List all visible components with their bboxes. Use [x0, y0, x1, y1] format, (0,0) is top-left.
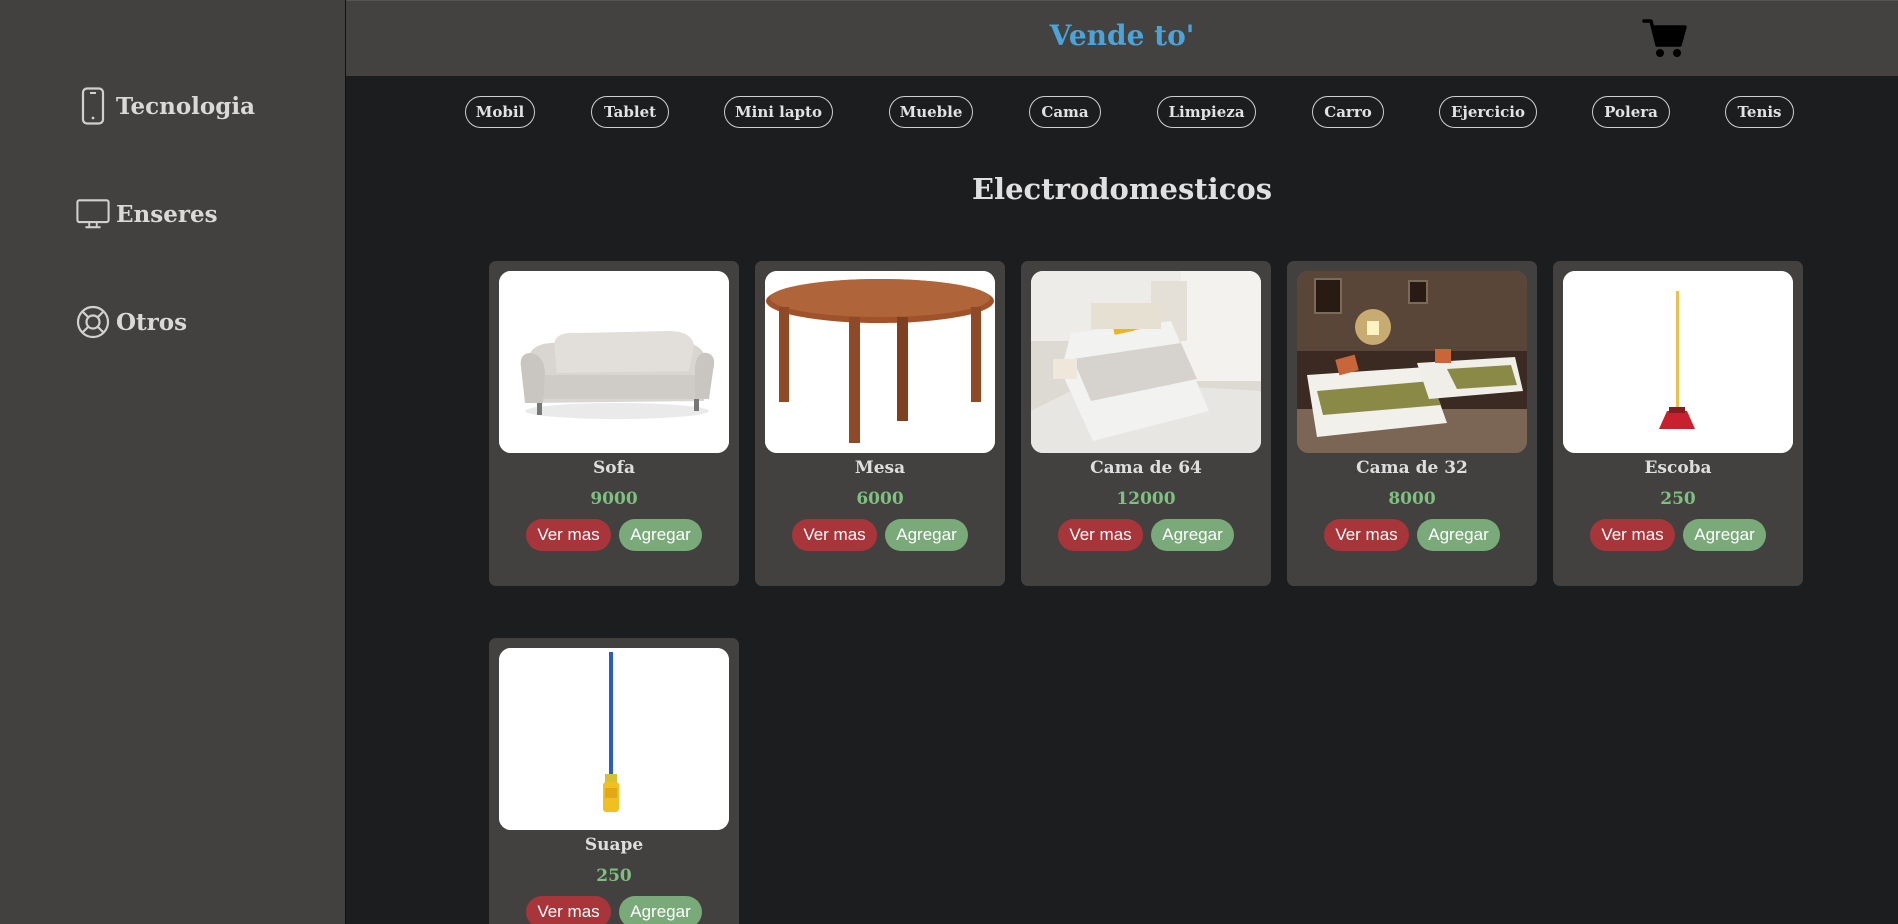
- ver-mas-button[interactable]: Ver mas: [526, 896, 611, 924]
- product-card: Mesa 6000 Ver mas Agregar: [755, 261, 1005, 586]
- category-pill-tenis[interactable]: Tenis: [1725, 96, 1794, 128]
- category-pill-cama[interactable]: Cama: [1029, 96, 1101, 128]
- sidebar-item-label: Tecnologia: [116, 92, 255, 120]
- product-card: Cama de 64 12000 Ver mas Agregar: [1021, 261, 1271, 586]
- monitor-icon: [76, 194, 110, 234]
- agregar-button[interactable]: Agregar: [885, 519, 968, 551]
- agregar-button[interactable]: Agregar: [619, 896, 702, 924]
- product-card: Sofa 9000 Ver mas Agregar: [489, 261, 739, 586]
- category-pill-mueble[interactable]: Mueble: [889, 96, 973, 128]
- product-image-mesa[interactable]: [765, 271, 995, 453]
- product-name: Cama de 32: [1356, 458, 1468, 478]
- section-title: Electrodomesticos: [971, 172, 1273, 206]
- product-name: Cama de 64: [1090, 458, 1202, 478]
- product-name: Escoba: [1644, 458, 1712, 478]
- ver-mas-button[interactable]: Ver mas: [526, 519, 611, 551]
- app-root: Tecnologia Enseres Otros Vende to' Mobil…: [0, 0, 1898, 924]
- sidebar-item-label: Enseres: [116, 200, 218, 228]
- product-image-cama-de-32[interactable]: [1297, 271, 1527, 453]
- category-pill-tablet[interactable]: Tablet: [591, 96, 669, 128]
- category-pill-polera[interactable]: Polera: [1592, 96, 1670, 128]
- smartphone-icon: [76, 86, 110, 126]
- product-image-cama-de-64[interactable]: [1031, 271, 1261, 453]
- ver-mas-button[interactable]: Ver mas: [1590, 519, 1675, 551]
- ver-mas-button[interactable]: Ver mas: [792, 519, 877, 551]
- product-price: 250: [1660, 489, 1696, 509]
- ver-mas-button[interactable]: Ver mas: [1058, 519, 1143, 551]
- category-pill-mini-lapto[interactable]: Mini lapto: [724, 96, 833, 128]
- sidebar-item-enseres[interactable]: Enseres: [76, 194, 218, 234]
- agregar-button[interactable]: Agregar: [1417, 519, 1500, 551]
- top-header: Vende to': [346, 0, 1898, 76]
- shopping-cart-icon[interactable]: [1642, 17, 1688, 59]
- sidebar-item-otros[interactable]: Otros: [76, 302, 187, 342]
- ver-mas-button[interactable]: Ver mas: [1324, 519, 1409, 551]
- sidebar: Tecnologia Enseres Otros: [0, 0, 346, 924]
- agregar-button[interactable]: Agregar: [1151, 519, 1234, 551]
- category-pill-limpieza[interactable]: Limpieza: [1157, 96, 1256, 128]
- product-name: Mesa: [854, 458, 906, 478]
- product-card: Suape 250 Ver mas Agregar: [489, 638, 739, 924]
- product-name: Suape: [584, 835, 644, 855]
- product-price: 6000: [856, 489, 904, 509]
- lifebuoy-icon: [76, 302, 110, 342]
- product-card: Cama de 32 8000 Ver mas Agregar: [1287, 261, 1537, 586]
- sidebar-item-label: Otros: [116, 308, 188, 336]
- product-card: Escoba 250 Ver mas Agregar: [1553, 261, 1803, 586]
- product-price: 8000: [1388, 489, 1436, 509]
- product-price: 9000: [590, 489, 638, 509]
- category-pill-mobil[interactable]: Mobil: [465, 96, 535, 128]
- sidebar-item-tecnologia[interactable]: Tecnologia: [76, 86, 255, 126]
- product-price: 12000: [1116, 489, 1176, 509]
- product-name: Sofa: [593, 458, 635, 478]
- agregar-button[interactable]: Agregar: [619, 519, 702, 551]
- category-pill-carro[interactable]: Carro: [1312, 96, 1384, 128]
- category-pill-ejercicio[interactable]: Ejercicio: [1439, 96, 1537, 128]
- agregar-button[interactable]: Agregar: [1683, 519, 1766, 551]
- product-image-sofa[interactable]: [499, 271, 729, 453]
- product-image-escoba[interactable]: [1563, 271, 1793, 453]
- product-price: 250: [596, 866, 632, 886]
- product-image-suape[interactable]: [499, 648, 729, 830]
